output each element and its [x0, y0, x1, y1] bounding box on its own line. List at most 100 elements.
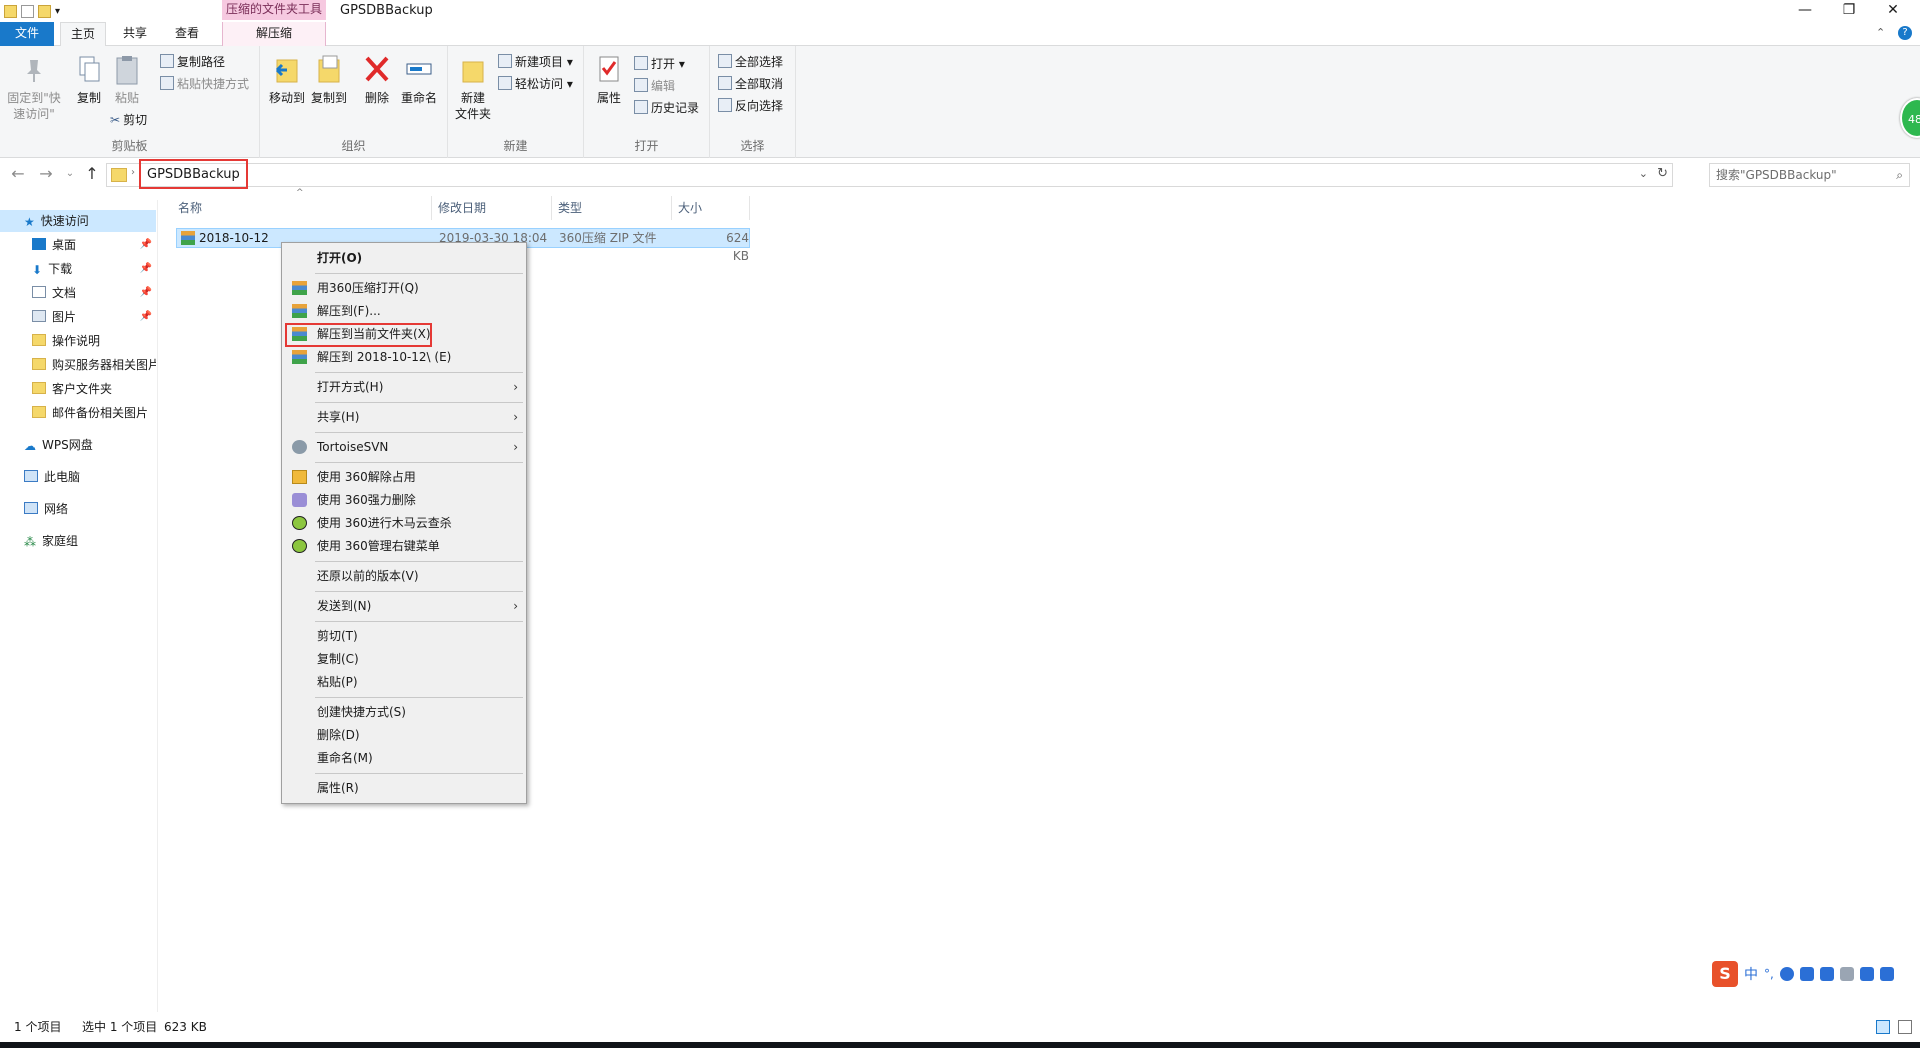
menu-item-open-360[interactable]: 用360压缩打开(Q): [284, 277, 524, 299]
menu-item-paste[interactable]: 粘贴(P): [284, 671, 524, 693]
nav-item-desktop[interactable]: 桌面 📌: [32, 234, 156, 256]
help-icon[interactable]: ?: [1898, 26, 1912, 40]
punctuation-icon[interactable]: °,: [1764, 967, 1774, 981]
nav-item-documents[interactable]: 文档 📌: [32, 282, 156, 304]
nav-item-folder[interactable]: 操作说明: [32, 330, 156, 352]
tab-view[interactable]: 查看: [164, 22, 210, 46]
menu-item-open[interactable]: 打开(O): [284, 247, 524, 269]
close-button[interactable]: ✕: [1870, 0, 1916, 22]
nav-item-folder[interactable]: 购买服务器相关图片: [32, 354, 156, 376]
menu-item-copy[interactable]: 复制(C): [284, 648, 524, 670]
large-icons-view-icon[interactable]: [1898, 1020, 1912, 1034]
pin-label: 固定到"快速访问": [7, 91, 61, 121]
up-arrow-icon[interactable]: ↑: [82, 164, 102, 184]
zip-archive-icon: [292, 304, 307, 318]
nav-item-pictures[interactable]: 图片 📌: [32, 306, 156, 328]
menu-item-360-manage[interactable]: 使用 360管理右键菜单: [284, 535, 524, 557]
menu-item-rename[interactable]: 重命名(M): [284, 747, 524, 769]
cut-button[interactable]: ✂ 剪切: [110, 110, 147, 130]
pin-quick-access-button[interactable]: 固定到"快速访问": [4, 54, 64, 122]
select-all-button[interactable]: 全部选择: [718, 52, 783, 72]
properties-button[interactable]: 属性: [586, 54, 632, 106]
select-none-icon: [718, 76, 732, 90]
menu-item-tortoisesvn[interactable]: TortoiseSVN ›: [284, 436, 524, 458]
emoji-icon[interactable]: [1779, 967, 1794, 981]
breadcrumb-gpsdbbackup[interactable]: GPSDBBackup: [139, 159, 248, 189]
menu-item-open-with[interactable]: 打开方式(H) ›: [284, 376, 524, 398]
breadcrumb-separator-icon[interactable]: ›: [131, 167, 135, 178]
recent-dropdown-icon[interactable]: ⌄: [60, 164, 80, 184]
ime-language-toggle[interactable]: 中: [1744, 964, 1758, 984]
column-header-modified[interactable]: 修改日期: [432, 196, 552, 220]
menu-item-properties[interactable]: 属性(R): [284, 777, 524, 799]
rename-button[interactable]: 重命名: [396, 54, 442, 106]
nav-this-pc[interactable]: 此电脑: [24, 466, 156, 488]
column-header-size[interactable]: 大小: [672, 196, 750, 220]
invert-selection-button[interactable]: 反向选择: [718, 96, 783, 116]
refresh-icon[interactable]: ↻: [1657, 166, 1668, 181]
microphone-icon[interactable]: [1799, 967, 1814, 981]
new-item-button[interactable]: 新建项目 ▾: [498, 52, 573, 72]
new-item-icon: [498, 54, 512, 68]
tab-share[interactable]: 共享: [112, 22, 158, 46]
tab-home[interactable]: 主页: [60, 22, 106, 47]
nav-wps-cloud[interactable]: ☁ WPS网盘: [24, 434, 156, 456]
address-dropdown-icon[interactable]: ⌄: [1639, 167, 1648, 180]
restore-button[interactable]: ❐: [1826, 0, 1872, 22]
nav-network[interactable]: 网络: [24, 498, 156, 520]
qat-dropdown-icon[interactable]: ▾: [55, 6, 60, 17]
menu-item-360-force-delete[interactable]: 使用 360强力删除: [284, 489, 524, 511]
toolbox-icon[interactable]: [1879, 967, 1894, 981]
properties-check-icon[interactable]: [21, 4, 34, 18]
tab-file[interactable]: 文件: [0, 22, 54, 46]
open-button[interactable]: 打开 ▾: [634, 54, 685, 74]
copy-path-button[interactable]: 复制路径: [160, 52, 225, 72]
copy-path-label: 复制路径: [177, 55, 226, 69]
nav-item-downloads[interactable]: ⬇ 下载 📌: [32, 258, 156, 280]
copy-to-button[interactable]: 复制到: [306, 54, 352, 106]
window-title: GPSDBBackup: [340, 3, 433, 18]
details-view-icon[interactable]: [1876, 1020, 1890, 1034]
menu-item-delete[interactable]: 删除(D): [284, 724, 524, 746]
menu-item-share[interactable]: 共享(H) ›: [284, 406, 524, 428]
menu-item-send-to[interactable]: 发送到(N) ›: [284, 595, 524, 617]
select-none-button[interactable]: 全部取消: [718, 74, 783, 94]
menu-item-create-shortcut[interactable]: 创建快捷方式(S): [284, 701, 524, 723]
group-label-select: 选择: [740, 139, 765, 153]
skin-icon[interactable]: [1859, 967, 1874, 981]
menu-item-extract-to[interactable]: 解压到(F)...: [284, 300, 524, 322]
menu-item-extract-folder[interactable]: 解压到 2018-10-12\ (E): [284, 346, 524, 368]
search-input[interactable]: 搜索"GPSDBBackup" ⌕: [1709, 163, 1910, 187]
menu-item-restore-versions[interactable]: 还原以前的版本(V): [284, 565, 524, 587]
menu-item-cut[interactable]: 剪切(T): [284, 625, 524, 647]
history-button[interactable]: 历史记录: [634, 98, 699, 118]
column-header-name[interactable]: 名称: [172, 196, 432, 220]
new-folder-icon[interactable]: [38, 4, 51, 18]
tab-unzip[interactable]: 解压缩: [222, 22, 326, 46]
delete-button[interactable]: 删除: [354, 54, 400, 106]
new-folder-button[interactable]: 新建 文件夹: [450, 54, 496, 122]
shield-360-icon: [292, 516, 307, 530]
minimize-button[interactable]: —: [1782, 0, 1828, 22]
user-icon[interactable]: [1839, 967, 1854, 981]
paste-shortcut-button[interactable]: 粘贴快捷方式: [160, 74, 249, 94]
rename-icon: [406, 63, 432, 75]
nav-homegroup[interactable]: ⁂ 家庭组: [24, 530, 156, 552]
keyboard-icon[interactable]: [1819, 967, 1834, 981]
quick-access-toolbar: ▾: [4, 3, 60, 19]
edit-button[interactable]: 编辑: [634, 76, 675, 96]
paste-button[interactable]: 粘贴: [104, 54, 150, 106]
sogou-logo-icon[interactable]: S: [1712, 961, 1738, 987]
menu-item-360-scan[interactable]: 使用 360进行木马云查杀: [284, 512, 524, 534]
move-to-button[interactable]: 移动到: [264, 54, 310, 106]
forward-arrow-icon[interactable]: →: [36, 164, 56, 184]
easy-access-button[interactable]: 轻松访问 ▾: [498, 74, 573, 94]
menu-item-360-unlock[interactable]: 使用 360解除占用: [284, 466, 524, 488]
nav-item-folder[interactable]: 邮件备份相关图片: [32, 402, 156, 424]
address-bar[interactable]: › GPSDBBackup ⌄ ↻: [106, 159, 1673, 189]
nav-quick-access[interactable]: ★ 快速访问: [0, 210, 156, 232]
column-header-type[interactable]: 类型: [552, 196, 672, 220]
collapse-ribbon-icon[interactable]: ⌃: [1876, 26, 1885, 39]
nav-item-folder[interactable]: 客户文件夹: [32, 378, 156, 400]
back-arrow-icon[interactable]: ←: [8, 164, 28, 184]
